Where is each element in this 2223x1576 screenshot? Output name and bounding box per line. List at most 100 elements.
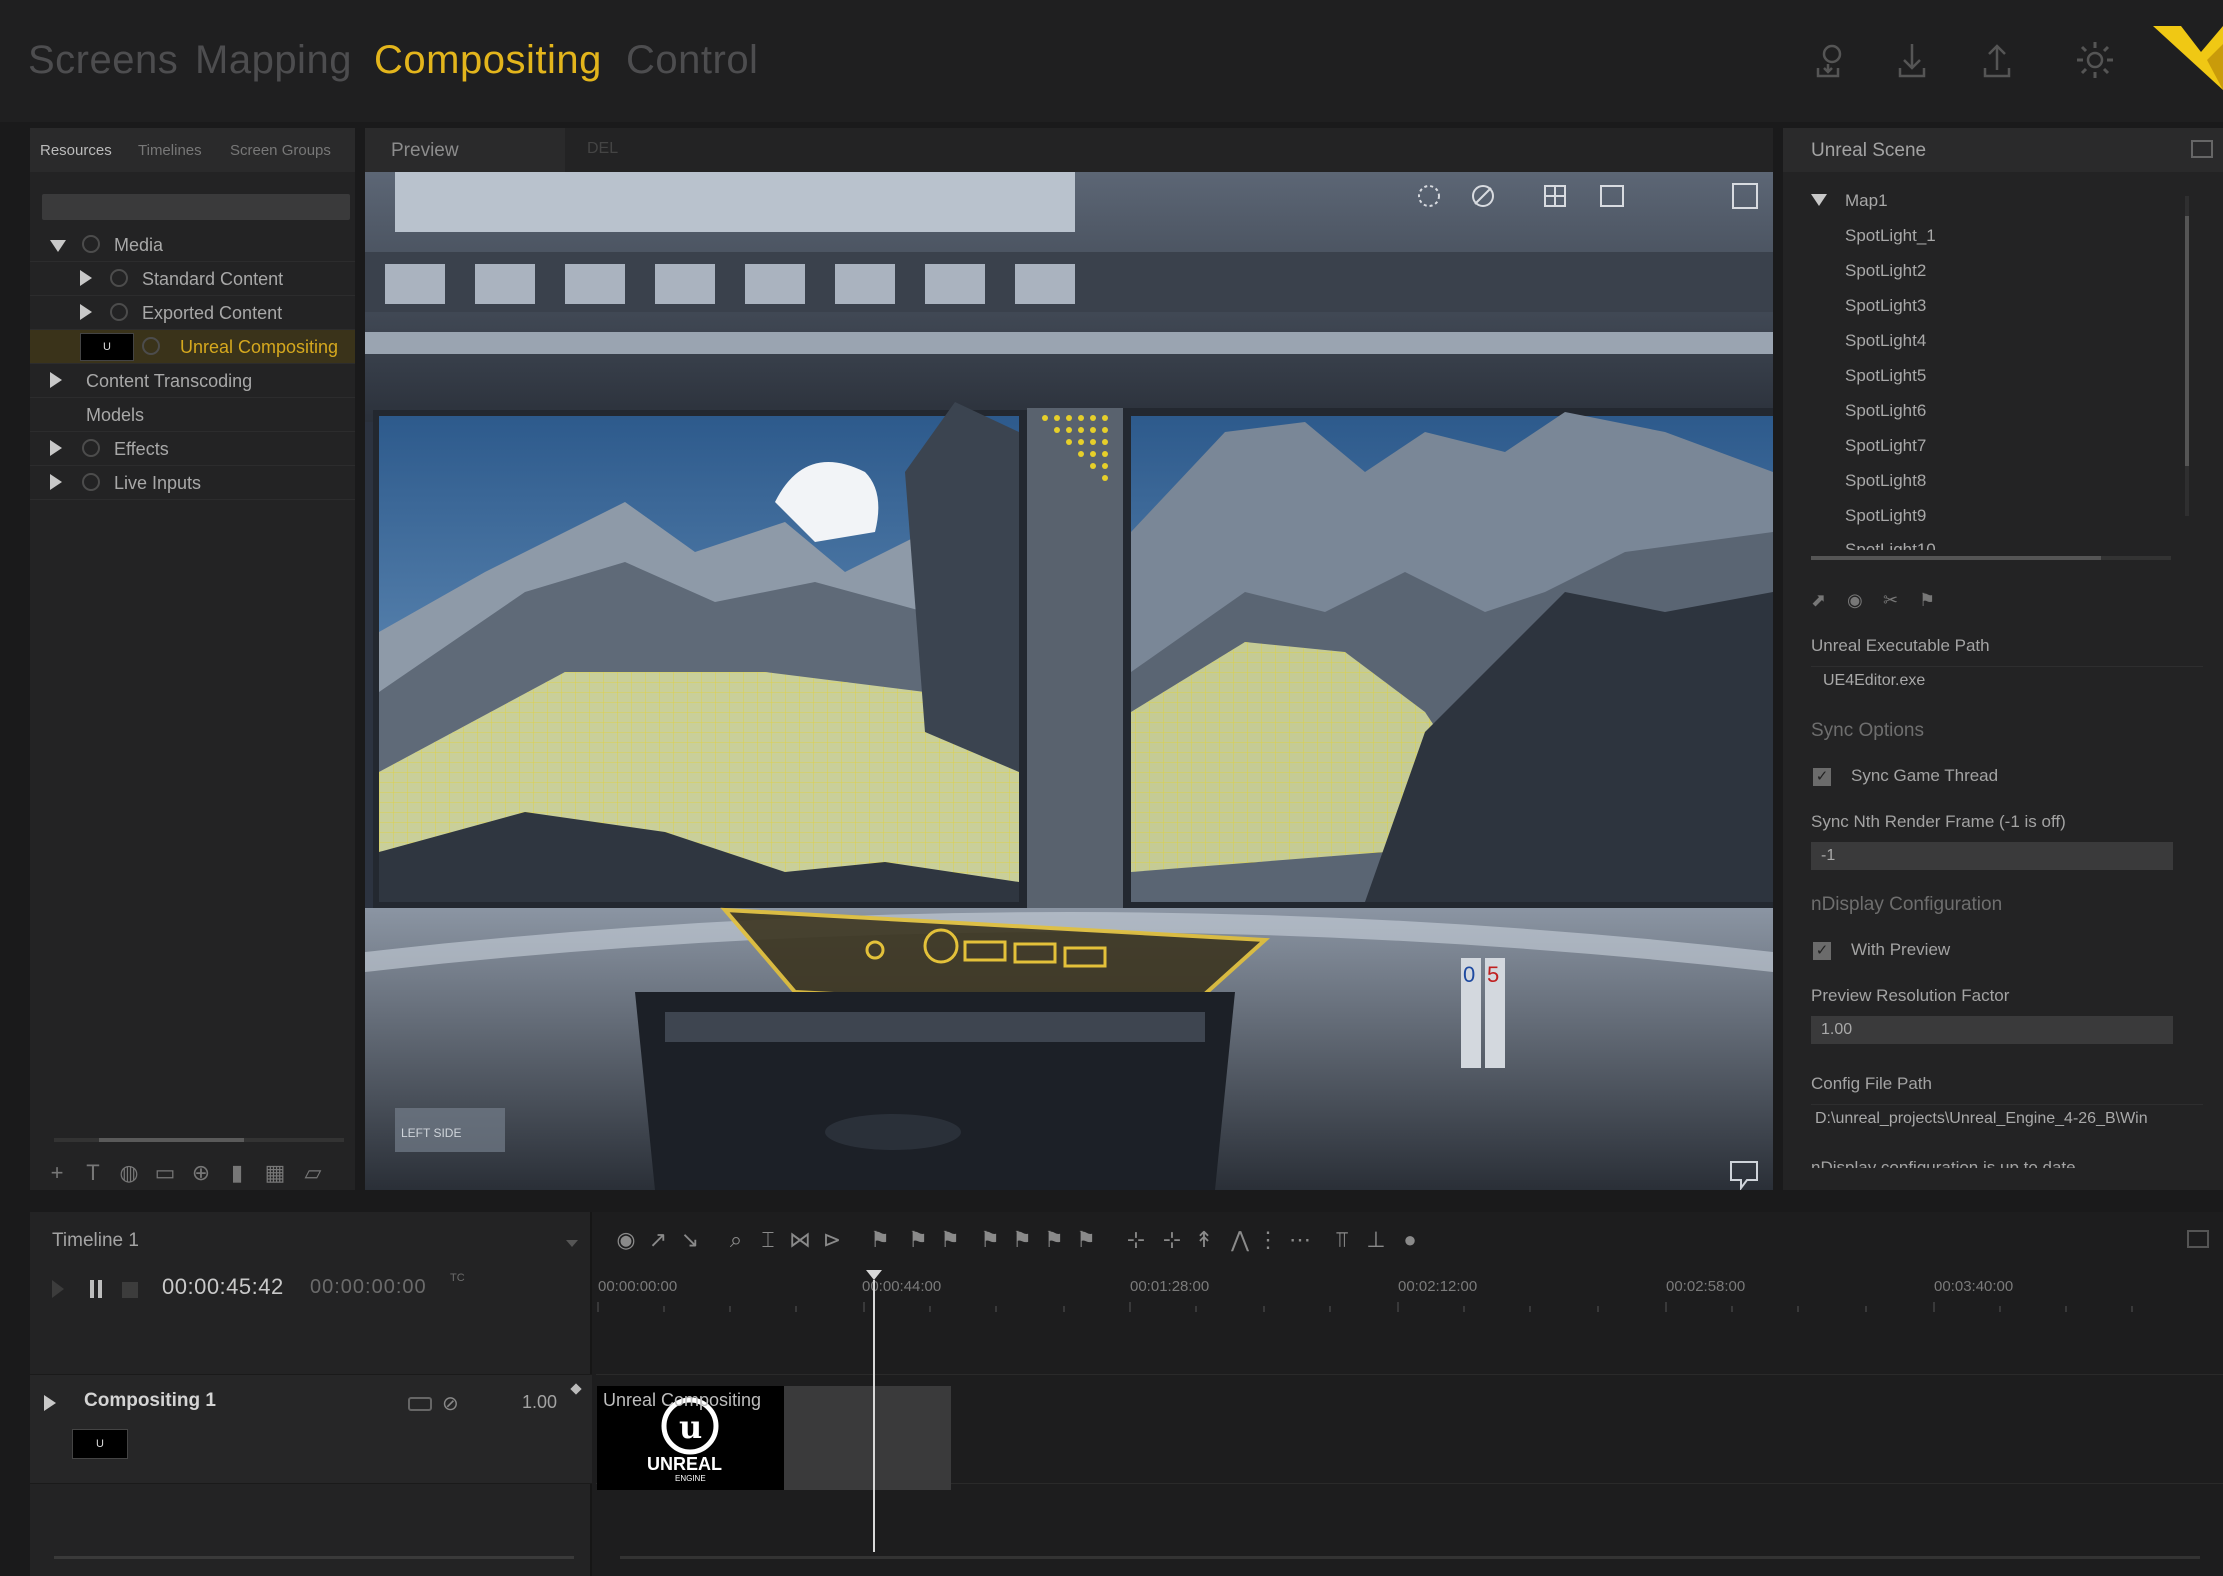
cue-flag-next-icon[interactable]: ⚑ <box>1072 1226 1100 1254</box>
eye-icon[interactable]: ◉ <box>612 1226 640 1254</box>
scene-item[interactable]: SpotLight4 <box>1845 331 1926 351</box>
playhead[interactable] <box>866 1270 882 1552</box>
tree-item-effects[interactable]: Effects <box>30 432 355 466</box>
track-name[interactable]: Compositing 1 <box>84 1390 216 1412</box>
cue-flag-icon[interactable]: ⚑ <box>866 1226 894 1254</box>
trash-icon[interactable]: ▮ <box>224 1160 250 1186</box>
pin-marker-icon[interactable]: ↟ <box>1190 1226 1218 1254</box>
pin-icon[interactable]: ⬈ <box>1811 590 1826 611</box>
keyframe-diamond-icon[interactable] <box>570 1383 582 1395</box>
with-preview-checkbox[interactable]: ✓ <box>1813 942 1831 960</box>
tab-secondary[interactable]: DEL <box>587 140 618 158</box>
panel-menu-icon[interactable] <box>2191 140 2213 158</box>
grid-icon[interactable]: ▦ <box>262 1160 288 1186</box>
baseline-icon[interactable]: ⊥ <box>1362 1226 1390 1254</box>
curve-up-icon[interactable]: ↗ <box>644 1226 672 1254</box>
tab-timelines[interactable]: Timelines <box>138 142 202 159</box>
scene-item[interactable]: SpotLight7 <box>1845 436 1926 456</box>
scene-vertical-scrollbar[interactable] <box>2185 196 2189 516</box>
preview-res-input[interactable]: 1.00 <box>1811 1016 2173 1044</box>
scene-item[interactable]: SpotLight_1 <box>1845 226 1936 246</box>
add-marker-icon[interactable]: ⊹ <box>1158 1226 1186 1254</box>
collapse-arrow-icon[interactable] <box>50 372 62 388</box>
cue-flag-play-icon[interactable]: ⚑ <box>1008 1226 1036 1254</box>
layer-blend-icon[interactable] <box>408 1397 432 1411</box>
ndisplay-section[interactable]: nDisplay Configuration <box>1811 894 2002 916</box>
collapse-arrow-icon[interactable] <box>50 474 62 490</box>
upload-icon[interactable] <box>1975 38 2019 82</box>
nav-tab-screens[interactable]: Screens <box>28 38 178 83</box>
resources-horizontal-scrollbar[interactable] <box>54 1138 344 1142</box>
scene-item[interactable]: SpotLight9 <box>1845 506 1926 526</box>
track-opacity-value[interactable]: 1.00 <box>522 1392 557 1413</box>
camera-icon[interactable]: ◉ <box>1847 590 1863 611</box>
check-circle-icon[interactable] <box>110 269 128 287</box>
scene-item[interactable]: SpotLight5 <box>1845 366 1926 386</box>
config-path-field[interactable]: D:\unreal_projects\Unreal_Engine_4-26_B\… <box>1815 1110 2205 1128</box>
check-circle-icon[interactable] <box>82 235 100 253</box>
stop-icon[interactable] <box>122 1282 138 1298</box>
tree-item-unreal-compositing[interactable]: U Unreal Compositing <box>30 330 355 364</box>
cue-flag-jump-icon[interactable]: ⚑ <box>904 1226 932 1254</box>
track-expand-icon[interactable] <box>44 1395 56 1411</box>
split-icon[interactable]: ⫪ <box>1328 1226 1356 1254</box>
screen-add-icon[interactable]: ⊕ <box>188 1160 214 1186</box>
visibility-off-icon[interactable]: ⊘ <box>442 1391 459 1416</box>
resources-search-input[interactable] <box>42 194 350 220</box>
check-circle-icon[interactable] <box>82 439 100 457</box>
scene-item-clipped[interactable]: SpotLight10 <box>1845 540 2185 550</box>
check-circle-icon[interactable] <box>110 303 128 321</box>
scene-item[interactable]: SpotLight2 <box>1845 261 1926 281</box>
tab-resources[interactable]: Resources <box>40 142 112 159</box>
nav-tab-mapping[interactable]: Mapping <box>195 38 352 83</box>
track-header-scrollbar[interactable] <box>54 1556 574 1559</box>
sync-game-thread-checkbox[interactable]: ✓ <box>1813 768 1831 786</box>
check-circle-icon[interactable] <box>142 337 160 355</box>
cue-flag-pause-icon[interactable]: ⚑ <box>1040 1226 1068 1254</box>
snap-icon[interactable]: ⊳ <box>818 1226 846 1254</box>
timeline-ruler[interactable] <box>596 1302 2223 1312</box>
check-circle-icon[interactable] <box>82 473 100 491</box>
tree-item-models[interactable]: Models <box>30 398 355 432</box>
collapse-arrow-icon[interactable] <box>50 440 62 456</box>
screen-icon[interactable]: ▭ <box>152 1160 178 1186</box>
collapse-arrow-icon[interactable] <box>80 270 92 286</box>
download-icon[interactable] <box>1890 38 1934 82</box>
preview-viewport[interactable]: 0 5 LEFT SIDE <box>365 172 1773 1190</box>
more-icon[interactable]: ⋯ <box>1286 1226 1314 1254</box>
current-timecode[interactable]: 00:00:45:42 <box>162 1274 284 1300</box>
panel-menu-icon[interactable] <box>2187 1230 2209 1248</box>
add-keyframe-icon[interactable]: ⊹ <box>1122 1226 1150 1254</box>
nav-tab-compositing[interactable]: Compositing <box>374 38 602 83</box>
settings-gear-icon[interactable] <box>2073 38 2117 82</box>
tab-preview[interactable]: Preview <box>365 128 565 172</box>
collapse-arrow-icon[interactable] <box>80 304 92 320</box>
scene-item[interactable]: SpotLight10 <box>1845 540 1936 550</box>
tree-item-content-transcoding[interactable]: Content Transcoding <box>30 364 355 398</box>
exe-path-field[interactable]: UE4Editor.exe <box>1823 672 1925 690</box>
scene-item[interactable]: SpotLight6 <box>1845 401 1926 421</box>
vertical-dots-icon[interactable]: ⋮ <box>1254 1226 1282 1254</box>
peak-icon[interactable]: ⋀ <box>1226 1226 1254 1254</box>
actor-icon[interactable]: ✂ <box>1883 590 1898 611</box>
zoom-icon[interactable]: ⌕ <box>722 1226 750 1254</box>
secondary-timecode[interactable]: 00:00:00:00 <box>310 1276 427 1299</box>
sync-nth-input[interactable]: -1 <box>1811 842 2173 870</box>
fit-horizontal-icon[interactable]: ⋈ <box>786 1226 814 1254</box>
tree-item-live-inputs[interactable]: Live Inputs <box>30 466 355 500</box>
scene-item[interactable]: SpotLight3 <box>1845 296 1926 316</box>
cue-flag-stop-icon[interactable]: ⚑ <box>976 1226 1004 1254</box>
folder-icon[interactable]: ▱ <box>300 1160 326 1186</box>
tree-item-media[interactable]: Media <box>30 228 355 262</box>
add-icon[interactable]: + <box>44 1160 70 1186</box>
pause-icon[interactable] <box>90 1280 102 1298</box>
globe-icon[interactable]: ◍ <box>116 1160 142 1186</box>
timeline-title[interactable]: Timeline 1 <box>52 1230 139 1252</box>
cue-flag-wait-icon[interactable]: ⚑ <box>936 1226 964 1254</box>
fit-vertical-icon[interactable]: ⌶ <box>754 1226 782 1254</box>
scene-horizontal-scrollbar[interactable] <box>1811 556 2171 560</box>
timeline-horizontal-scrollbar[interactable] <box>620 1556 2200 1559</box>
flag-icon[interactable]: ⚑ <box>1919 590 1935 611</box>
expand-arrow-icon[interactable] <box>50 240 66 252</box>
playhead-handle-icon[interactable] <box>866 1270 882 1280</box>
